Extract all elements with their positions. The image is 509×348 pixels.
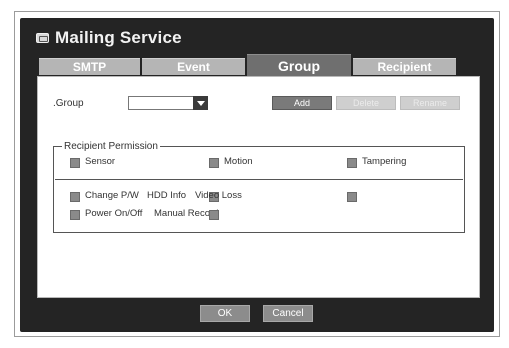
change-pw-label: Change P/W — [85, 190, 139, 201]
motion-checkbox[interactable] — [209, 158, 219, 168]
group-select[interactable] — [128, 96, 208, 110]
group-panel: .Group Add Delete Rename Recipient Permi… — [37, 76, 480, 298]
permission-divider — [55, 179, 463, 180]
video-loss-checkbox[interactable] — [347, 192, 357, 202]
mail-icon — [36, 33, 49, 43]
tab-recipient[interactable]: Recipient — [353, 58, 456, 75]
tab-group[interactable]: Group — [247, 54, 351, 76]
group-label: .Group — [53, 98, 84, 109]
tampering-label: Tampering — [362, 156, 407, 167]
tampering-checkbox[interactable] — [347, 158, 357, 168]
change-pw-checkbox[interactable] — [70, 192, 80, 202]
recipient-permission-legend: Recipient Permission — [64, 141, 158, 152]
motion-label: Motion — [224, 156, 253, 167]
tab-bar: SMTP Event Group Recipient — [39, 54, 479, 76]
title-bar: Mailing Service — [36, 27, 182, 49]
add-button[interactable]: Add — [272, 96, 332, 110]
mailing-service-dialog: Mailing Service SMTP Event Group Recipie… — [20, 18, 494, 332]
video-loss-label: Video Loss — [195, 190, 242, 201]
tab-event[interactable]: Event — [142, 58, 245, 75]
recipient-permission-group: Recipient Permission — [53, 141, 465, 233]
tab-smtp[interactable]: SMTP — [39, 58, 140, 75]
hdd-info-label: HDD Info — [147, 190, 187, 201]
power-onoff-label: Power On/Off — [85, 208, 143, 219]
manual-record-checkbox[interactable] — [209, 210, 219, 220]
delete-button[interactable]: Delete — [336, 96, 396, 110]
ok-button[interactable]: OK — [200, 305, 250, 322]
rename-button[interactable]: Rename — [400, 96, 460, 110]
cancel-button[interactable]: Cancel — [263, 305, 313, 322]
sensor-label: Sensor — [85, 156, 116, 167]
chevron-down-icon[interactable] — [193, 96, 208, 110]
dialog-title: Mailing Service — [55, 28, 182, 47]
sensor-checkbox[interactable] — [70, 158, 80, 168]
power-onoff-checkbox[interactable] — [70, 210, 80, 220]
